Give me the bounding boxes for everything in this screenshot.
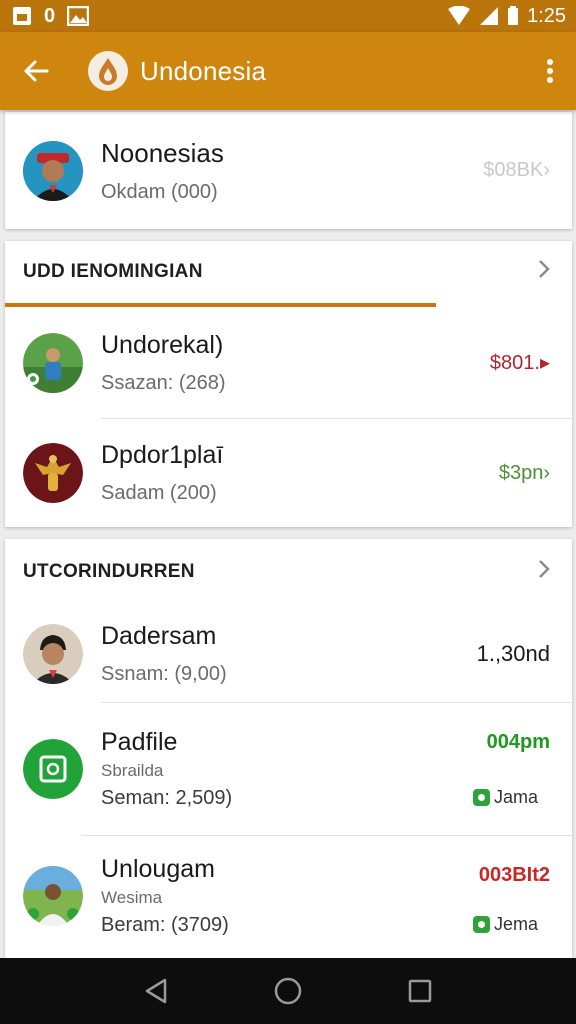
wifi-icon: [447, 6, 471, 26]
chevron-right-icon[interactable]: [538, 558, 550, 586]
list-item-subtitle: Ssazan: (268): [101, 371, 226, 394]
more-vert-icon: [547, 59, 553, 83]
system-nav-bar: [0, 958, 576, 1024]
back-arrow-icon: [24, 60, 49, 82]
avatar: [23, 866, 83, 926]
section1-card: UDD IENOMINGIAN Undorekal) Ssazan: (268)…: [5, 241, 572, 527]
profile-subtitle: Okdam (000): [101, 180, 218, 203]
app-bar: Undonesia: [0, 32, 576, 110]
status-bar: 0 1:25: [0, 0, 576, 32]
list-item[interactable]: Padfile Sbrailda Seman: 2,509) 004pm Jam…: [5, 703, 572, 835]
section1-header[interactable]: UDD IENOMINGIAN: [5, 241, 572, 303]
section2-header[interactable]: UTCORINDURREN: [5, 539, 572, 605]
check-square-icon: [472, 789, 490, 806]
status-badge: Jema: [472, 914, 538, 935]
list-item-value: 1.,30nd: [476, 640, 550, 666]
avatar: [23, 443, 83, 503]
list-item-subtitle: Sadam (200): [101, 482, 217, 504]
list-item-value: $3pn›: [498, 461, 550, 484]
recents-square-icon: [408, 979, 432, 1003]
list-item-value: $801.▸: [489, 352, 550, 374]
list-item-title: Undorekal): [101, 330, 224, 359]
status-time: 1:25: [527, 4, 566, 27]
avatar: [23, 623, 83, 684]
list-item-value: 003BIt2: [478, 864, 550, 886]
status-right: 1:25: [447, 5, 566, 28]
list-item-secondary: Wesima: [101, 888, 163, 907]
avatar: [23, 332, 83, 393]
avatar: [23, 140, 83, 201]
profile-card[interactable]: Noonesias Okdam (000) $08BK›: [5, 112, 572, 229]
status-badge: Jama: [472, 787, 538, 808]
section1-title: UDD IENOMINGIAN: [23, 261, 203, 282]
sim-icon: 0: [44, 4, 56, 27]
battery-icon: [507, 6, 519, 26]
app-title: Undonesia: [140, 55, 267, 86]
back-triangle-icon: [145, 978, 167, 1004]
list-item-text: Undorekal) Ssazan: (268): [101, 331, 554, 395]
list-item-text: Dpdor1plaī Sadam (200): [101, 441, 554, 505]
home-circle-icon: [274, 977, 302, 1005]
list-item[interactable]: Dpdor1plaī Sadam (200) $3pn›: [5, 419, 572, 527]
list-item-value: 004pm: [486, 731, 550, 753]
list-item[interactable]: Undorekal) Ssazan: (268) $801.▸: [5, 307, 572, 418]
profile-value: $08BK›: [483, 159, 550, 181]
nav-home-button[interactable]: [268, 971, 308, 1011]
status-badge-label: Jama: [493, 787, 538, 807]
check-square-icon: [472, 916, 490, 933]
back-button[interactable]: [20, 55, 52, 87]
chevron-right-icon[interactable]: [538, 258, 550, 286]
signal-icon: [479, 6, 499, 26]
image-icon: [67, 6, 90, 26]
notification-icon: [12, 6, 32, 26]
avatar: [23, 739, 83, 799]
list-item[interactable]: Unlougam Wesima Beram: (3709) 003BIt2 Je…: [5, 836, 572, 956]
section2-card: UTCORINDURREN Dadersam Ssnam: (9,00) 1.,…: [5, 539, 572, 958]
list-item[interactable]: Dadersam Ssnam: (9,00) 1.,30nd: [5, 605, 572, 702]
list-item-secondary: Sbrailda: [101, 761, 164, 780]
nav-back-button[interactable]: [136, 971, 176, 1011]
app-logo: [88, 51, 128, 91]
flame-logo-icon: [99, 58, 117, 85]
overflow-menu-button[interactable]: [538, 55, 562, 87]
profile-row[interactable]: Noonesias Okdam (000) $08BK›: [5, 112, 572, 229]
status-left: 0: [12, 4, 90, 28]
list-item-title: Dpdor1plaī: [101, 441, 224, 469]
status-badge-label: Jema: [493, 914, 538, 934]
section2-title: UTCORINDURREN: [23, 561, 195, 582]
nav-recents-button[interactable]: [400, 971, 440, 1011]
